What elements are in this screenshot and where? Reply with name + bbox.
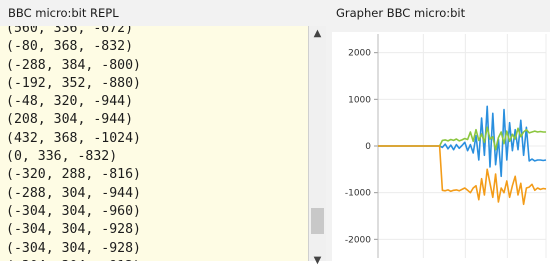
repl-line: (-304, 304, -960) <box>6 203 141 219</box>
repl-line: (-320, 288, -816) <box>6 167 141 183</box>
repl-line: (-304, 304, -928) <box>6 240 141 256</box>
repl-output[interactable]: (560, 336, -672) (-80, 368, -832) (-288, 3… <box>0 26 309 261</box>
scrollbar-thumb[interactable] <box>311 208 324 234</box>
repl-scrollbar[interactable]: ▲ ▼ <box>309 26 326 266</box>
repl-pane-title: BBC micro:bit REPL <box>0 0 330 26</box>
repl-line: (-304, 304, -928) <box>6 222 141 238</box>
y-tick-label: -2000 <box>345 235 371 245</box>
scroll-down-icon[interactable]: ▼ <box>311 255 324 267</box>
repl-line: (-288, 384, -800) <box>6 57 141 73</box>
grapher-chart: 2000 1000 0 -1000 -2000 <box>345 34 547 258</box>
repl-line: (-80, 368, -832) <box>6 39 134 55</box>
series-line-0 <box>378 105 547 178</box>
repl-line-list: (560, 336, -672) (-80, 368, -832) (-288, 3… <box>6 26 141 261</box>
y-tick-label: -1000 <box>345 189 371 199</box>
scroll-up-icon[interactable]: ▲ <box>311 28 324 40</box>
series-line-2 <box>378 145 547 206</box>
plot-area: 2000 1000 0 -1000 -2000 <box>332 32 550 261</box>
repl-line: (-192, 352, -880) <box>6 75 141 91</box>
repl-line: (208, 304, -944) <box>6 112 134 128</box>
repl-line: (0, 336, -832) <box>6 149 118 165</box>
grapher-pane-title: Grapher BBC micro:bit <box>330 0 550 26</box>
grapher-panel: 2000 1000 0 -1000 -2000 <box>332 26 550 261</box>
repl-line: (560, 336, -672) <box>6 26 134 36</box>
y-tick-label: 1000 <box>348 95 371 105</box>
y-tick-label: 0 <box>365 142 371 152</box>
y-tick-label: 2000 <box>348 49 371 59</box>
repl-line: (-288, 304, -944) <box>6 185 141 201</box>
repl-line: (432, 368, -1024) <box>6 130 141 146</box>
repl-line: (-48, 320, -944) <box>6 94 134 110</box>
